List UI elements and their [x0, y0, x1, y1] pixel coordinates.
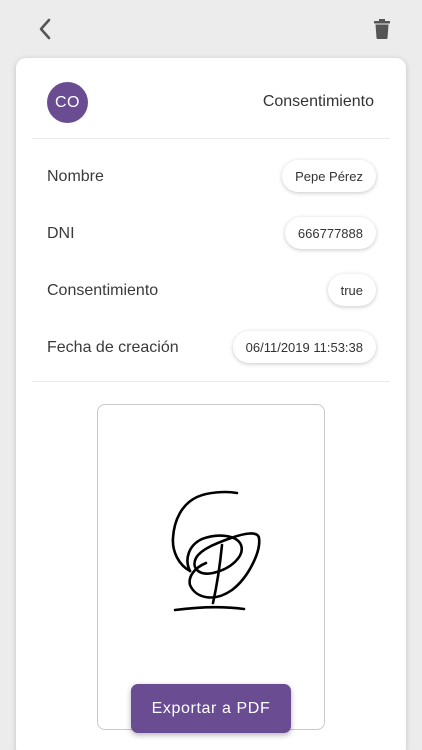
field-label: DNI [47, 225, 75, 242]
field-row-nombre: Nombre Pepe Pérez [16, 158, 406, 198]
fields-divider [32, 381, 390, 382]
signature-drawing [171, 490, 261, 612]
export-pdf-button[interactable]: Exportar a PDF [131, 684, 291, 733]
signature-box [97, 404, 325, 730]
field-value-badge: Pepe Pérez [282, 160, 376, 192]
field-label: Fecha de creación [47, 339, 179, 356]
top-bar [0, 0, 422, 56]
card-header: CO Consentimiento [16, 58, 406, 138]
field-row-consentimiento: Consentimiento true [16, 272, 406, 312]
field-value-badge: 06/11/2019 11:53:38 [232, 331, 376, 363]
delete-button[interactable] [370, 14, 394, 44]
field-row-dni: DNI 666777888 [16, 215, 406, 255]
page-title: Consentimiento [262, 93, 374, 110]
chevron-left-icon [39, 18, 51, 40]
field-row-fecha: Fecha de creación 06/11/2019 11:53:38 [16, 329, 406, 369]
header-divider [32, 138, 390, 139]
field-value-badge: 666777888 [284, 217, 376, 249]
back-button[interactable] [32, 14, 58, 44]
trash-icon [374, 19, 390, 39]
consent-card: CO Consentimiento Nombre Pepe Pérez DNI … [16, 58, 406, 750]
field-label: Nombre [47, 168, 104, 185]
field-label: Consentimiento [47, 282, 159, 299]
avatar: CO [47, 82, 88, 123]
field-value-badge: true [327, 274, 376, 306]
